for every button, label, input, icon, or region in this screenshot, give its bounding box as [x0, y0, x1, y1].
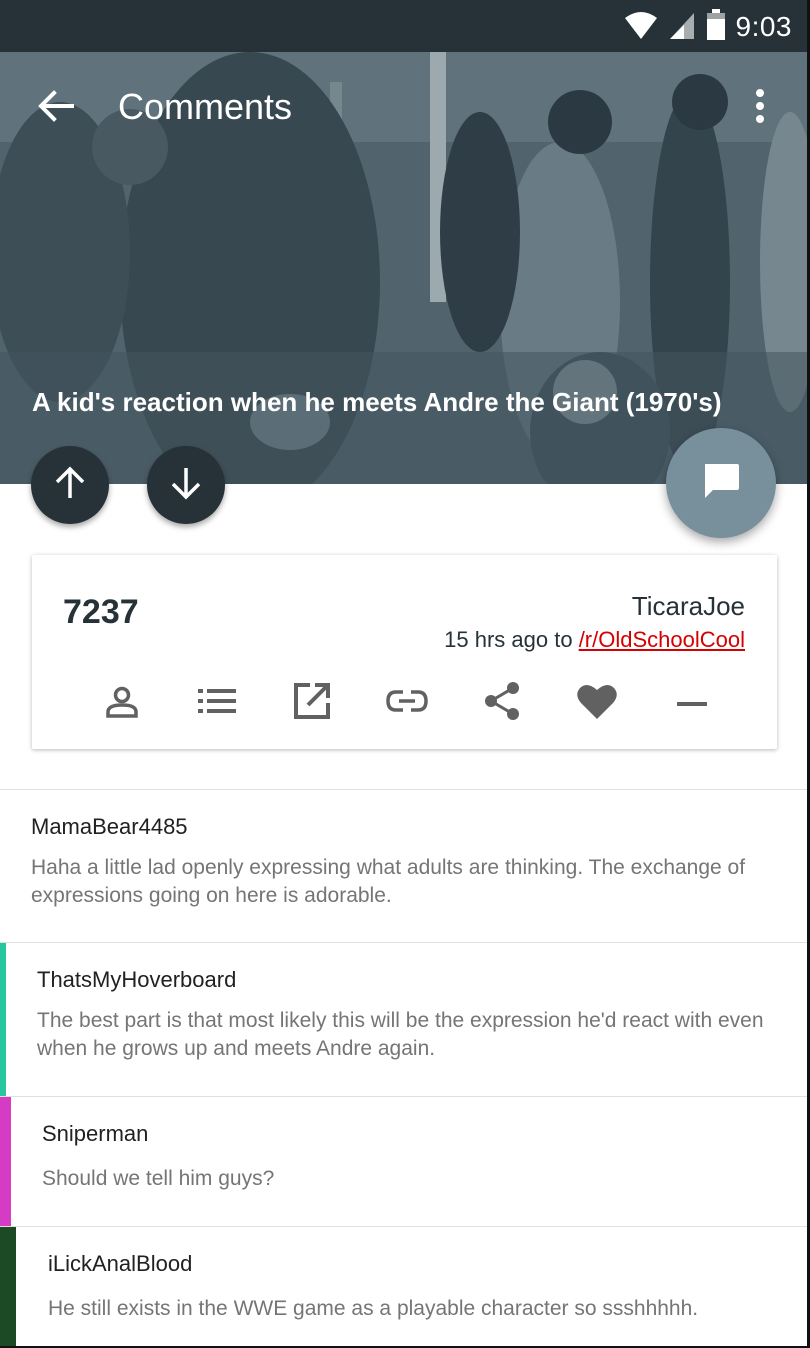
arrow-up-icon: [53, 466, 87, 505]
comment-author[interactable]: ThatsMyHoverboard: [37, 967, 236, 993]
comment-item[interactable]: ThatsMyHoverboard The best part is that …: [0, 943, 810, 1097]
reply-fab[interactable]: [666, 428, 776, 538]
back-button[interactable]: [28, 80, 84, 136]
subreddit-link[interactable]: /r/OldSchoolCool: [579, 627, 745, 652]
profile-icon: [105, 684, 139, 723]
list-button[interactable]: [191, 677, 243, 729]
list-icon: [198, 688, 236, 719]
comment-author[interactable]: Sniperman: [42, 1121, 148, 1147]
more-options-button[interactable]: [738, 80, 782, 136]
comment-author[interactable]: MamaBear4485: [31, 814, 188, 840]
downvote-button[interactable]: [147, 446, 225, 524]
share-button[interactable]: [476, 677, 528, 729]
status-bar: 9:03: [0, 0, 810, 52]
heart-icon: [576, 682, 618, 725]
save-button[interactable]: [571, 677, 623, 729]
copy-link-button[interactable]: [381, 677, 433, 729]
comment-depth-bar: [0, 943, 6, 1096]
toolbar-title: Comments: [118, 86, 293, 127]
post-meta: 15 hrs ago to /r/OldSchoolCool: [444, 627, 745, 653]
arrow-down-icon: [169, 466, 203, 505]
arrow-back-icon: [38, 89, 74, 127]
comment-body: He still exists in the WWE game as a pla…: [48, 1297, 699, 1320]
post-info-card: 7237 TicaraJoe 15 hrs ago to /r/OldSchoo…: [32, 555, 777, 749]
hide-button[interactable]: [666, 677, 718, 729]
post-title[interactable]: A kid's reaction when he meets Andre the…: [32, 387, 792, 418]
comment-depth-bar: [0, 1227, 16, 1348]
minus-icon: [677, 694, 707, 712]
toolbar: Comments: [0, 52, 810, 164]
battery-icon: [706, 8, 726, 46]
comment-item[interactable]: iLickAnalBlood He still exists in the WW…: [0, 1227, 810, 1348]
comment-body: Should we tell him guys?: [42, 1167, 275, 1190]
comment-body: The best part is that most likely this w…: [37, 1009, 764, 1060]
upvote-button[interactable]: [31, 446, 109, 524]
open-external-button[interactable]: [286, 677, 338, 729]
post-actions: [90, 677, 754, 729]
open-external-icon: [293, 682, 331, 725]
comment-icon: [701, 461, 741, 506]
comment-author[interactable]: iLickAnalBlood: [48, 1251, 192, 1277]
comment-item[interactable]: MamaBear4485 Haha a little lad openly ex…: [0, 790, 810, 943]
share-icon: [483, 681, 521, 726]
comment-item[interactable]: Sniperman Should we tell him guys?: [0, 1097, 810, 1227]
status-time: 9:03: [735, 11, 792, 42]
profile-button[interactable]: [96, 677, 148, 729]
comment-body: Haha a little lad openly expressing what…: [31, 856, 746, 907]
link-icon: [386, 689, 428, 718]
post-time: 15 hrs ago to: [444, 627, 579, 652]
more-vert-icon: [755, 88, 765, 128]
post-score: 7237: [63, 593, 139, 631]
status-icons: 9:03: [624, 8, 793, 46]
signal-icon: [668, 10, 696, 45]
comment-depth-bar: [0, 1097, 11, 1226]
post-author[interactable]: TicaraJoe: [632, 591, 745, 622]
wifi-icon: [624, 10, 658, 45]
